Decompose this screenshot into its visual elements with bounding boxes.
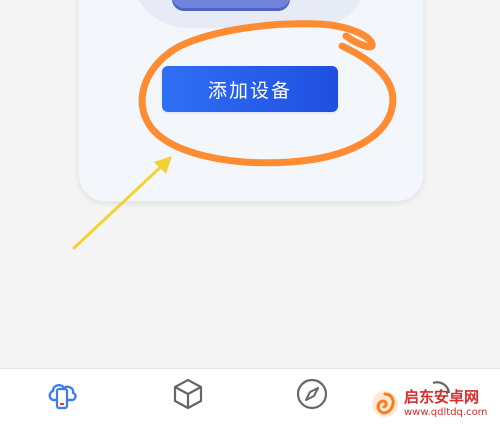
compass-icon bbox=[296, 378, 328, 410]
device-illustration bbox=[172, 0, 290, 8]
cloud-phone-icon bbox=[48, 383, 77, 410]
site-watermark: 启东安卓网 www.qdltdq.com bbox=[370, 384, 498, 424]
tab-discover[interactable] bbox=[272, 369, 352, 426]
tab-cube[interactable] bbox=[148, 369, 228, 426]
cube-icon bbox=[173, 378, 203, 410]
watermark-site-url: www.qdltdq.com bbox=[404, 407, 488, 418]
app-screen: 添加设备 启东安卓网 www.qdltdq.com bbox=[0, 0, 500, 426]
watermark-site-name: 启东安卓网 bbox=[404, 388, 480, 406]
tab-devices[interactable] bbox=[22, 369, 102, 426]
add-device-button[interactable]: 添加设备 bbox=[162, 66, 338, 112]
watermark-logo-icon bbox=[372, 391, 398, 417]
